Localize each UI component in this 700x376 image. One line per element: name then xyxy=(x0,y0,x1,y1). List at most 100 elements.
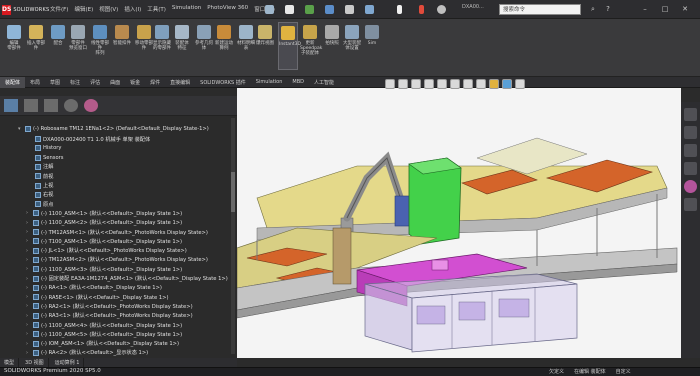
expand-arrow-icon[interactable]: › xyxy=(26,220,31,226)
undo-icon[interactable] xyxy=(362,2,376,16)
ribbon-button-14[interactable]: 更新 Speedpak 子装配体 xyxy=(300,22,322,70)
status-units[interactable]: 自定义 xyxy=(616,368,631,375)
expand-arrow-icon[interactable]: › xyxy=(26,238,31,244)
dimxpert-tab-icon[interactable] xyxy=(64,99,78,112)
ribbon-button-7[interactable]: 显示隐藏 的零部件 xyxy=(152,22,172,70)
file-explorer-icon[interactable] xyxy=(684,144,697,157)
command-tab-7[interactable]: 焊件 xyxy=(145,77,165,88)
command-tab-1[interactable]: 布局 xyxy=(25,77,45,88)
expand-arrow-icon[interactable]: › xyxy=(26,276,31,282)
tab-3d-views[interactable]: 3D 视图 xyxy=(21,358,49,367)
section-view-icon[interactable] xyxy=(424,79,434,89)
custom-properties-icon[interactable] xyxy=(684,198,697,211)
ribbon-button-6[interactable]: 移动零部件 xyxy=(134,22,154,70)
menu-photoview[interactable]: PhotoView 360 xyxy=(207,5,248,13)
expand-arrow-icon[interactable]: › xyxy=(26,341,31,347)
ribbon-button-15[interactable]: 拍快照 xyxy=(322,22,342,70)
expand-arrow-icon[interactable]: › xyxy=(26,331,31,337)
edit-appearance-icon[interactable] xyxy=(489,79,499,89)
command-tab-8[interactable]: 直接编辑 xyxy=(165,77,195,88)
menu-insert[interactable]: 插入(I) xyxy=(124,5,141,13)
dynamic-annotation-icon[interactable] xyxy=(437,79,447,89)
menu-simulation[interactable]: Simulation xyxy=(172,5,201,13)
expand-arrow-icon[interactable]: › xyxy=(26,313,31,319)
minimize-button[interactable]: – xyxy=(640,4,650,14)
open-icon[interactable] xyxy=(302,2,316,16)
expand-arrow-icon[interactable]: › xyxy=(26,229,31,235)
command-tab-12[interactable]: 人工智能 xyxy=(309,77,339,88)
command-tab-9[interactable]: SOLIDWORKS 插件 xyxy=(195,77,251,88)
appearances-icon[interactable] xyxy=(684,180,697,193)
ribbon-button-9[interactable]: 参考几何 体 xyxy=(194,22,214,70)
ribbon-button-8[interactable]: 装配体 特征 xyxy=(172,22,192,70)
select-arrow-icon[interactable] xyxy=(392,2,406,16)
close-button[interactable]: ✕ xyxy=(680,4,690,14)
menu-view[interactable]: 视图(V) xyxy=(99,5,118,13)
tab-model[interactable]: 模型 xyxy=(0,358,20,367)
expand-arrow-icon[interactable]: › xyxy=(26,248,31,254)
configuration-manager-tab-icon[interactable] xyxy=(44,99,58,112)
tab-motion-study[interactable]: 运动算例 1 xyxy=(51,358,85,367)
view-orientation-icon[interactable] xyxy=(450,79,460,89)
display-style-icon[interactable] xyxy=(463,79,473,89)
ribbon-button-5[interactable]: 智能扣件 xyxy=(112,22,132,70)
ribbon-button-3[interactable]: 零部件 预览窗口 xyxy=(68,22,88,70)
command-tab-10[interactable]: Simulation xyxy=(251,77,288,88)
print-icon[interactable] xyxy=(342,2,356,16)
command-tab-3[interactable]: 标注 xyxy=(65,77,85,88)
view-settings-icon[interactable] xyxy=(515,79,525,89)
command-tab-11[interactable]: MBD xyxy=(287,77,309,88)
feature-tree-tab-icon[interactable] xyxy=(4,99,18,112)
property-manager-tab-icon[interactable] xyxy=(24,99,38,112)
command-tab-4[interactable]: 评估 xyxy=(85,77,105,88)
command-tab-5[interactable]: 曲面 xyxy=(105,77,125,88)
save-icon[interactable] xyxy=(322,2,336,16)
command-tab-0[interactable]: 装配体 xyxy=(0,77,26,88)
expand-arrow-icon[interactable]: › xyxy=(26,285,31,291)
ribbon-button-17[interactable]: Sim xyxy=(362,22,382,70)
tree-scrollbar-thumb[interactable] xyxy=(231,172,235,212)
menu-file[interactable]: 文件(F) xyxy=(50,5,68,13)
home-icon[interactable] xyxy=(262,2,276,16)
command-tab-2[interactable]: 草图 xyxy=(45,77,65,88)
ribbon-button-4[interactable]: 线性零部件 阵列 xyxy=(90,22,110,70)
options-gear-icon[interactable] xyxy=(434,2,448,16)
maximize-button[interactable]: □ xyxy=(660,4,670,14)
display-manager-tab-icon[interactable] xyxy=(84,99,98,112)
menu-edit[interactable]: 编辑(E) xyxy=(74,5,93,13)
menu-tools[interactable]: 工具(T) xyxy=(147,5,166,13)
expand-arrow-icon[interactable]: › xyxy=(26,350,31,356)
ribbon-button-10[interactable]: 新建运动 算例 xyxy=(214,22,234,70)
expand-arrow-icon[interactable]: › xyxy=(26,294,31,300)
collapse-arrow-icon[interactable]: ▾ xyxy=(18,126,23,132)
command-tab-6[interactable]: 钣金 xyxy=(125,77,145,88)
tree-scrollbar[interactable] xyxy=(231,118,235,354)
search-icon[interactable]: ⌕ xyxy=(588,4,598,14)
ribbon-button-12[interactable]: 爆炸视图 xyxy=(255,22,275,70)
solidworks-resources-icon[interactable] xyxy=(684,108,697,121)
ribbon-button-0[interactable]: 编辑 零部件 xyxy=(4,22,24,70)
search-input[interactable]: 搜索命令 xyxy=(499,4,581,15)
design-library-icon[interactable] xyxy=(684,126,697,139)
previous-view-icon[interactable] xyxy=(411,79,421,89)
tree-root[interactable]: ▾ (-) Robosame TM12 1ENa1<2> (Default<Def… xyxy=(18,124,209,134)
traffic-light-icon[interactable] xyxy=(414,2,428,16)
help-icon[interactable]: ? xyxy=(603,4,613,14)
ribbon-button-16[interactable]: 大型装配 体设置 xyxy=(342,22,362,70)
ribbon-button-1[interactable]: 插入零部件 xyxy=(26,22,46,70)
view-palette-icon[interactable] xyxy=(684,162,697,175)
ribbon-button-13[interactable]: Instant3D xyxy=(278,22,301,70)
expand-arrow-icon[interactable]: › xyxy=(26,266,31,272)
ribbon-button-2[interactable]: 配合 xyxy=(48,22,68,70)
new-document-icon[interactable] xyxy=(282,2,296,16)
zoom-to-fit-icon[interactable] xyxy=(385,79,395,89)
expand-arrow-icon[interactable]: › xyxy=(26,257,31,263)
hide-show-items-icon[interactable] xyxy=(476,79,486,89)
graphics-viewport[interactable] xyxy=(237,88,681,358)
expand-arrow-icon[interactable]: › xyxy=(26,303,31,309)
ribbon-button-11[interactable]: 材料明细 表 xyxy=(236,22,256,70)
apply-scene-icon[interactable] xyxy=(502,79,512,89)
expand-arrow-icon[interactable]: › xyxy=(26,210,31,216)
expand-arrow-icon[interactable]: › xyxy=(26,322,31,328)
zoom-area-icon[interactable] xyxy=(398,79,408,89)
